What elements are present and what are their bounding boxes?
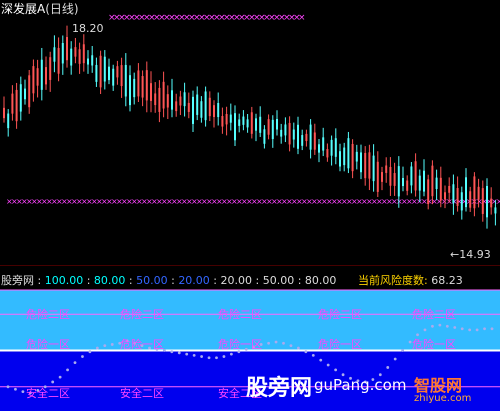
zone-label-danger-two: 危险二区 <box>318 308 362 321</box>
period-label: (日线) <box>45 2 79 16</box>
level-separator: : <box>252 274 263 287</box>
low-price-label: ←14.93 <box>450 248 491 261</box>
risk-line-point <box>445 324 449 328</box>
level-value: 50.00 <box>136 274 168 287</box>
high-price-label: 18.20 <box>72 22 104 35</box>
risk-line-point <box>453 326 457 329</box>
risk-line-point <box>66 368 69 372</box>
risk-line-point <box>177 351 181 355</box>
zone-label-danger-two: 危险二区 <box>26 308 70 321</box>
risk-line-point <box>6 385 10 389</box>
level-values: : 100.00 : 80.00 : 50.00 : 20.00 : 20.00… <box>34 274 336 287</box>
risk-line-point <box>95 346 99 350</box>
risk-line-point <box>51 380 55 384</box>
risk-line-point <box>460 327 464 331</box>
main-chart-title: 深发展A(日线) <box>1 0 79 17</box>
risk-line-point <box>222 355 226 358</box>
level-value: 100.00 <box>44 274 84 287</box>
risk-line-point <box>311 353 315 357</box>
zone-label-safe-two: 安全二区 <box>26 387 70 400</box>
risk-line-point <box>438 323 442 327</box>
zone-label-safe-two: 安全二区 <box>120 387 164 400</box>
risk-line-point <box>185 352 189 356</box>
risk-line-point <box>319 358 323 362</box>
watermark-url: guPang.com <box>314 376 407 394</box>
zone-label-danger-one: 危险一区 <box>26 338 70 351</box>
risk-line-point <box>423 328 427 332</box>
risk-line-point <box>334 368 338 372</box>
risk-line-point <box>58 375 62 379</box>
risk-line-point <box>88 350 92 354</box>
risk-line-point <box>21 390 25 394</box>
risk-line-point <box>297 346 300 350</box>
level-separator: : <box>34 274 45 287</box>
risk-line-point <box>401 349 405 352</box>
level-separator: : <box>209 274 221 287</box>
risk-line-point <box>393 357 397 361</box>
risk-degree-label: 当前风险度数: 68.23 <box>358 272 463 288</box>
risk-line-point <box>468 328 472 332</box>
zone-label-danger-one: 危险一区 <box>318 338 362 351</box>
risk-line-point <box>200 355 204 358</box>
zone-label-danger-one: 危险一区 <box>120 338 164 351</box>
level-value: 20.00 <box>178 274 210 287</box>
risk-line-point <box>483 327 486 331</box>
level-separator: : <box>125 274 137 287</box>
level-value: 20.00 <box>220 274 253 287</box>
risk-line-point <box>103 344 107 348</box>
risk-line-point <box>170 350 174 354</box>
stock-chart-window: × × × × × × × × × × × × × × × × × × × × × × × × × × × × × × × × × × × × × × × ×… <box>0 0 500 411</box>
watermark-site-name: 股旁网 <box>246 376 313 401</box>
zone-label-danger-one: 危险一区 <box>218 338 262 351</box>
risk-degree-value: 68.23 <box>431 274 463 287</box>
zone-label-danger-one: 危险一区 <box>412 338 456 351</box>
level-value: 80.00 <box>93 274 126 287</box>
risk-line-point <box>215 356 218 360</box>
risk-line-point <box>110 343 114 346</box>
risk-line-point <box>274 340 278 344</box>
risk-line-point <box>326 363 330 367</box>
level-separator: : <box>294 274 305 287</box>
risk-line-point <box>386 366 390 369</box>
stock-name: 深发展A <box>1 2 46 16</box>
risk-line-point <box>192 353 196 357</box>
zone-label-danger-two: 危险二区 <box>120 308 164 321</box>
sub-chart-header: 股旁网 : 100.00 : 80.00 : 50.00 : 20.00 : 2… <box>1 272 336 288</box>
risk-line-point <box>304 350 308 354</box>
risk-line-point <box>73 361 77 364</box>
risk-line-point <box>267 341 271 345</box>
risk-line-point <box>475 328 479 332</box>
level-separator: : <box>167 274 179 287</box>
zone-label-danger-two: 危险二区 <box>412 308 456 321</box>
zone-label-danger-two: 危险二区 <box>218 308 262 321</box>
sub-indicator-name: 股旁网 <box>1 274 34 287</box>
risk-line-point <box>81 355 84 358</box>
risk-degree-caption: 当前风险度数: <box>358 274 428 287</box>
logo-url-text: zhiyue.com <box>414 393 472 404</box>
risk-line-point <box>282 341 285 345</box>
level-value: 50.00 <box>262 274 295 287</box>
risk-line-point <box>229 352 233 356</box>
level-value: 80.00 <box>304 274 337 287</box>
risk-line-point <box>490 327 494 331</box>
risk-line-point <box>289 344 293 348</box>
level-separator: : <box>83 274 94 287</box>
risk-line-point <box>14 387 17 391</box>
risk-line-point <box>207 356 211 360</box>
risk-line-point <box>431 324 434 328</box>
